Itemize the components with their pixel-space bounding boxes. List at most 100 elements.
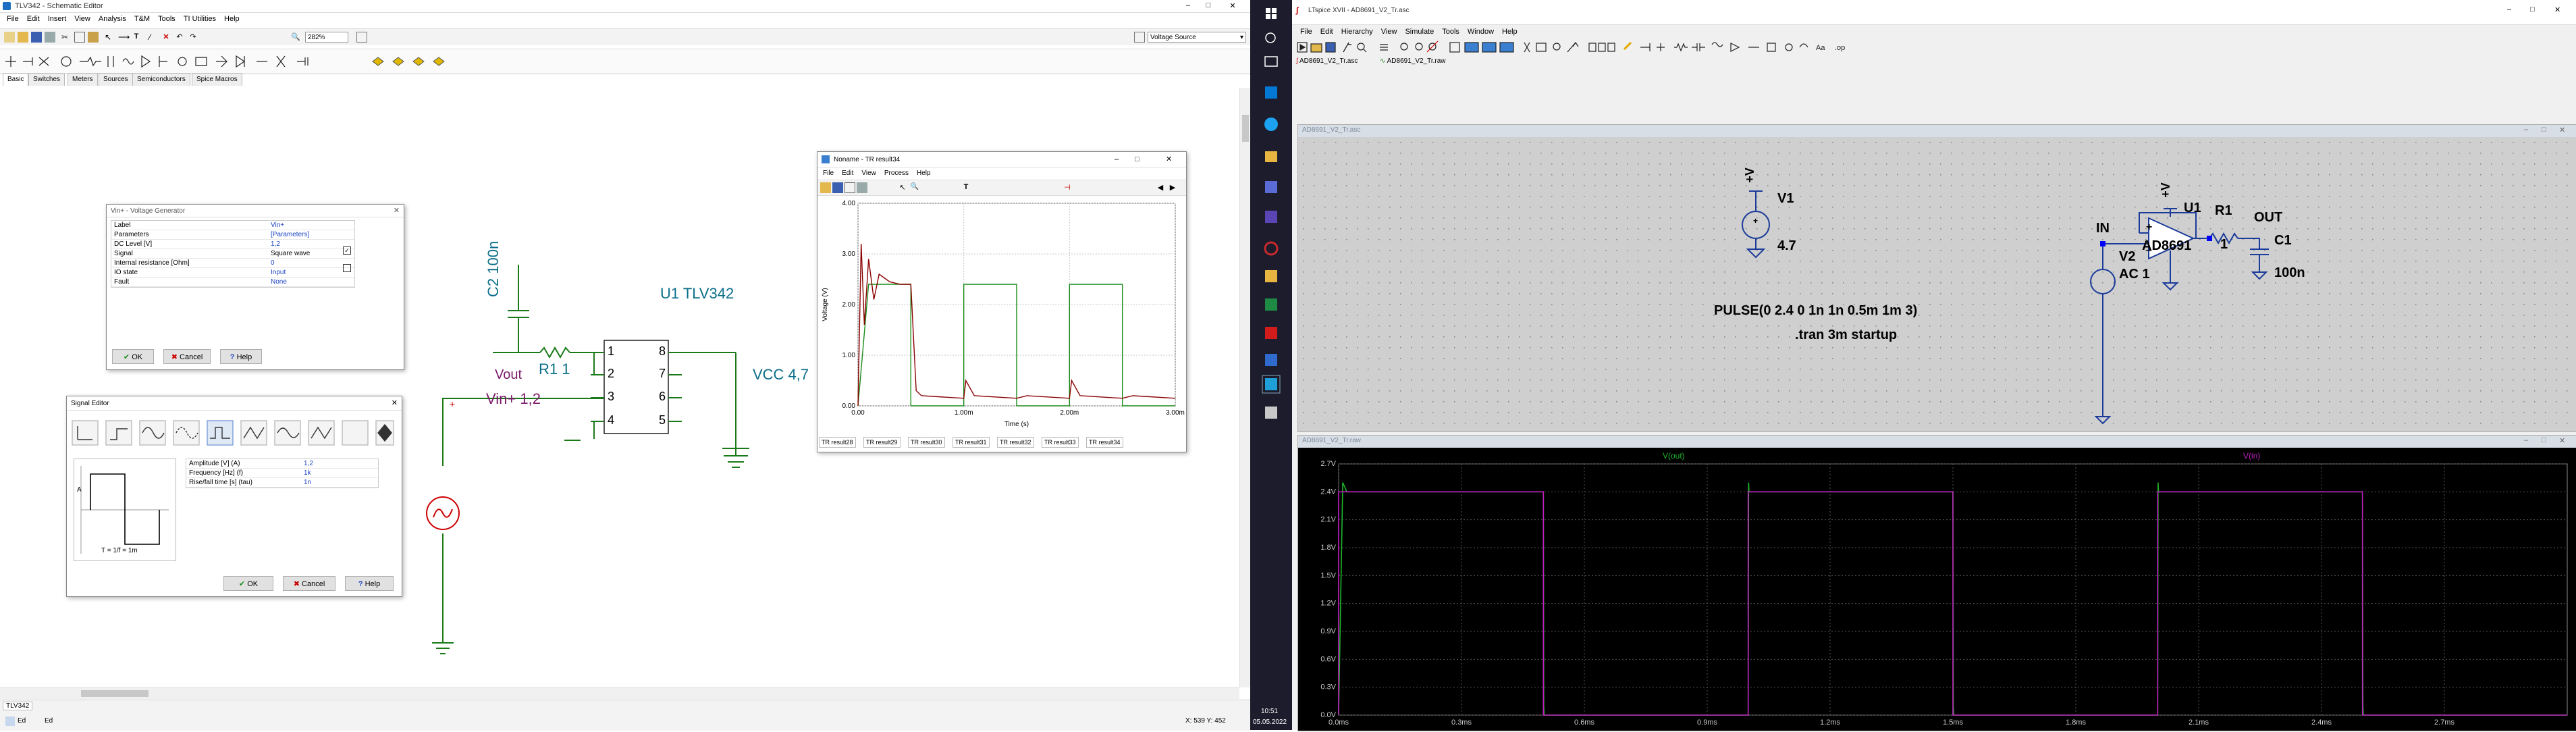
vgen-row[interactable]: Fault None [111, 278, 354, 287]
copy-icon[interactable] [844, 182, 855, 193]
maximize-button[interactable]: □ [2542, 126, 2546, 134]
lt-tran-directive[interactable]: .tran 3m startup [1795, 328, 1897, 343]
tab-switches[interactable]: Switches [28, 73, 65, 86]
lt-r1-label[interactable]: R1 [2215, 203, 2232, 219]
component-icon[interactable] [1134, 32, 1145, 43]
tina-vscroll[interactable] [1239, 88, 1251, 687]
minimize-button[interactable]: – [1115, 152, 1119, 167]
vgen-row-value[interactable]: None [271, 278, 354, 286]
status-file-tab[interactable]: TLV342 [3, 702, 33, 710]
lt-c1-value[interactable]: 100n [2274, 265, 2305, 281]
menu-file[interactable]: File [3, 15, 23, 23]
tina-hscroll[interactable] [0, 687, 1239, 699]
vgen-row[interactable]: Label Vin+ [111, 221, 354, 230]
sigedit-cancel-button[interactable]: ✖ Cancel [283, 576, 336, 591]
taskbar-icons[interactable] [1250, 0, 1292, 730]
save-icon[interactable] [31, 32, 42, 43]
sigedit-row[interactable]: Frequency [Hz] (f) 1k [186, 469, 378, 478]
tab-sources[interactable]: Sources [99, 73, 133, 86]
new-icon[interactable] [4, 32, 15, 43]
tr-tab[interactable]: TR result34 [1086, 437, 1123, 448]
tr-chart[interactable]: 0.001.002.003.004.000.00 1.00m 2.00m 3.00mT… [817, 197, 1186, 430]
vgen-row[interactable]: IO state Input [111, 268, 354, 278]
status-ed-icon[interactable] [5, 716, 15, 726]
zoom-icon[interactable]: 🔍 [909, 182, 920, 193]
tr-menu-process[interactable]: Process [880, 167, 913, 180]
lt-u1-label[interactable]: U1 [2184, 201, 2201, 216]
save-icon[interactable] [832, 182, 843, 193]
maximize-button[interactable]: □ [1135, 152, 1139, 167]
dc-checkbox[interactable]: ✓ [343, 246, 351, 255]
delete-icon[interactable]: ✕ [161, 32, 171, 43]
lt-menu-simulate[interactable]: Simulate [1401, 26, 1438, 38]
lt-chart[interactable]: 0.0V0.3V0.6V0.9V1.2V1.5V1.8V2.1V2.4V2.7V… [1298, 448, 2576, 731]
menu-ti-utilities[interactable]: TI Utilities [180, 15, 220, 23]
lt-pulse-directive[interactable]: PULSE(0 2.4 0 1n 1n 0.5m 1m 3) [1714, 303, 1917, 319]
vin-label[interactable]: Vin+ 1,2 [486, 390, 541, 408]
lt-toolbar-icons[interactable]: Aa .op [1292, 39, 1967, 57]
print-icon[interactable] [857, 182, 867, 193]
lt-r1-value[interactable]: 1 [2220, 237, 2228, 253]
component-select[interactable]: Voltage Source ▾ [1148, 32, 1246, 43]
tr-menu-help[interactable]: Help [913, 167, 935, 180]
close-icon[interactable]: ✕ [394, 205, 400, 217]
vgen-row[interactable]: DC Level [V] 1,2 [111, 240, 354, 249]
tina-hscroll-thumb[interactable] [81, 690, 149, 697]
vgen-row[interactable]: Parameters [Parameters] [111, 230, 354, 240]
minimize-button[interactable]: – [1181, 1, 1195, 11]
tr-tab[interactable]: TR result32 [997, 437, 1034, 448]
open-icon[interactable] [18, 32, 28, 43]
tr-tab[interactable]: TR result33 [1042, 437, 1079, 448]
menu-analysis[interactable]: Analysis [95, 15, 130, 23]
close-button[interactable]: ✕ [1226, 1, 1239, 11]
tr-menu-edit[interactable]: Edit [838, 167, 857, 180]
sigedit-row[interactable]: Amplitude [V] (A) 1,2 [186, 459, 378, 469]
menu-insert[interactable]: Insert [44, 15, 71, 23]
close-button[interactable]: ✕ [2554, 5, 2560, 14]
redo-icon[interactable]: ↷ [188, 32, 198, 43]
tr-tab[interactable]: TR result28 [819, 437, 856, 448]
tina-vscroll-thumb[interactable] [1242, 115, 1249, 142]
lt-menu-tools[interactable]: Tools [1438, 26, 1464, 38]
sigedit-row-value[interactable]: 1,2 [304, 459, 378, 468]
menu-tools[interactable]: Tools [154, 15, 180, 23]
line-icon[interactable]: ⁄ [144, 32, 155, 43]
vgen-row-value[interactable]: 0 [271, 259, 354, 267]
lt-menu-window[interactable]: Window [1464, 26, 1498, 38]
nav-left-icon[interactable]: ◀ [1155, 182, 1166, 193]
cursor-icon[interactable]: ⊣ [1062, 182, 1073, 193]
maximize-button[interactable]: □ [2542, 436, 2546, 444]
lt-c1-label[interactable]: C1 [2274, 233, 2292, 249]
maximize-button[interactable]: □ [1202, 1, 1215, 11]
menu-view[interactable]: View [70, 15, 95, 23]
undo-icon[interactable]: ↶ [174, 32, 185, 43]
close-button[interactable]: ✕ [1166, 152, 1172, 167]
tab-semiconductors[interactable]: Semiconductors [132, 73, 190, 86]
menu-help[interactable]: Help [220, 15, 244, 23]
lt-v2-label[interactable]: V2 [2119, 249, 2135, 265]
lt-v1-label[interactable]: V1 [1777, 191, 1794, 207]
tab-meters[interactable]: Meters [68, 73, 98, 86]
sigedit-ok-button[interactable]: ✔ OK [223, 576, 273, 591]
cut-icon[interactable]: ✂ [61, 32, 72, 43]
lt-menu-file[interactable]: File [1296, 26, 1316, 38]
tr-menu-view[interactable]: View [857, 167, 880, 180]
vgen-row[interactable]: Internal resistance [Ohm] 0 [111, 259, 354, 268]
lt-doc-tab[interactable]: ∿ AD8691_V2_Tr.raw [1380, 57, 1446, 65]
lt-menu-help[interactable]: Help [1498, 26, 1522, 38]
vcc-label[interactable]: VCC 4,7 [753, 366, 809, 384]
lt-menu-edit[interactable]: Edit [1316, 26, 1337, 38]
select-icon[interactable]: ↖ [104, 32, 115, 43]
menu-edit[interactable]: Edit [23, 15, 44, 23]
close-button[interactable]: ✕ [2559, 126, 2565, 134]
tab-spice-macros[interactable]: Spice Macros [192, 73, 242, 86]
vgen-ok-button[interactable]: ✔ OK [112, 349, 154, 364]
vgen-row-value[interactable]: Input [271, 268, 354, 277]
copy-icon[interactable] [74, 32, 85, 43]
nav-right-icon[interactable]: ▶ [1167, 182, 1178, 193]
close-icon[interactable]: ✕ [392, 396, 398, 410]
text-icon[interactable]: T [131, 32, 142, 43]
tr-menu-file[interactable]: File [819, 167, 838, 180]
lt-schematic-drawing[interactable]: + + – [1298, 137, 2576, 432]
lt-part-label[interactable]: AD8691 [2142, 238, 2191, 254]
